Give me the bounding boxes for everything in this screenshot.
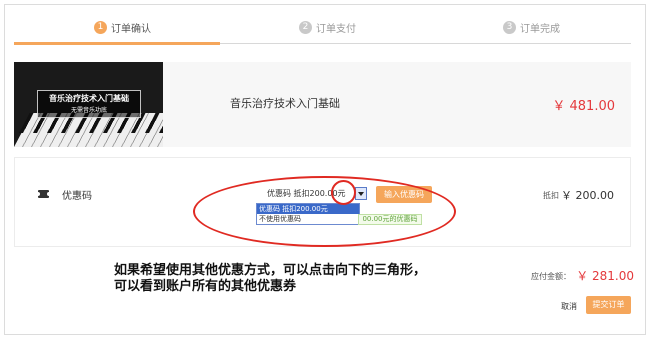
steps-progress (14, 42, 220, 45)
step-label: 订单完成 (520, 24, 560, 35)
step-confirm: 1 订单确认 (94, 20, 151, 35)
annotation-text: 如果希望使用其他优惠方式，可以点击向下的三角形， 可以看到账户所有的其他优惠券 (114, 263, 426, 295)
step-number: 2 (299, 21, 312, 34)
annotation-circle (331, 180, 356, 205)
thumbnail-subtitle: 无需音乐功底 (70, 107, 107, 114)
thumbnail-caption: 音乐治疗技术入门基础 无需音乐功底 (37, 90, 141, 118)
product-price: ￥ 481.00 (552, 99, 615, 114)
step-label: 订单确认 (111, 24, 151, 35)
deduct-value: ￥ 200.00 (561, 189, 614, 202)
ticket-icon (36, 190, 51, 198)
step-label: 订单支付 (316, 24, 356, 35)
product-name: 音乐治疗技术入门基础 (230, 97, 340, 110)
step-number: 1 (94, 21, 107, 34)
step-payment: 2 订单支付 (299, 20, 356, 35)
submit-order-button[interactable]: 提交订单 (586, 296, 631, 314)
annotation-line: 如果希望使用其他优惠方式，可以点击向下的三角形， (114, 263, 427, 278)
deduct-label: 抵扣 (543, 191, 559, 200)
total-label: 应付金额： (531, 272, 571, 281)
annotation-line: 可以看到账户所有的其他优惠券 (114, 279, 297, 294)
course-thumbnail[interactable]: 音乐治疗技术入门基础 无需音乐功底 (14, 62, 163, 147)
cancel-link[interactable]: 取消 (561, 301, 577, 312)
step-number: 3 (503, 21, 516, 34)
product-row: 音乐治疗技术入门基础 无需音乐功底 音乐治疗技术入门基础 ￥ 481.00 (14, 62, 631, 147)
thumbnail-title: 音乐治疗技术入门基础 (49, 94, 129, 103)
total-value: ￥ 281.00 (576, 269, 634, 283)
annotation-ellipse (193, 176, 456, 247)
order-steps: 1 订单确认 2 订单支付 3 订单完成 (14, 16, 631, 46)
step-complete: 3 订单完成 (503, 20, 560, 35)
coupon-label: 优惠码 (62, 191, 92, 202)
